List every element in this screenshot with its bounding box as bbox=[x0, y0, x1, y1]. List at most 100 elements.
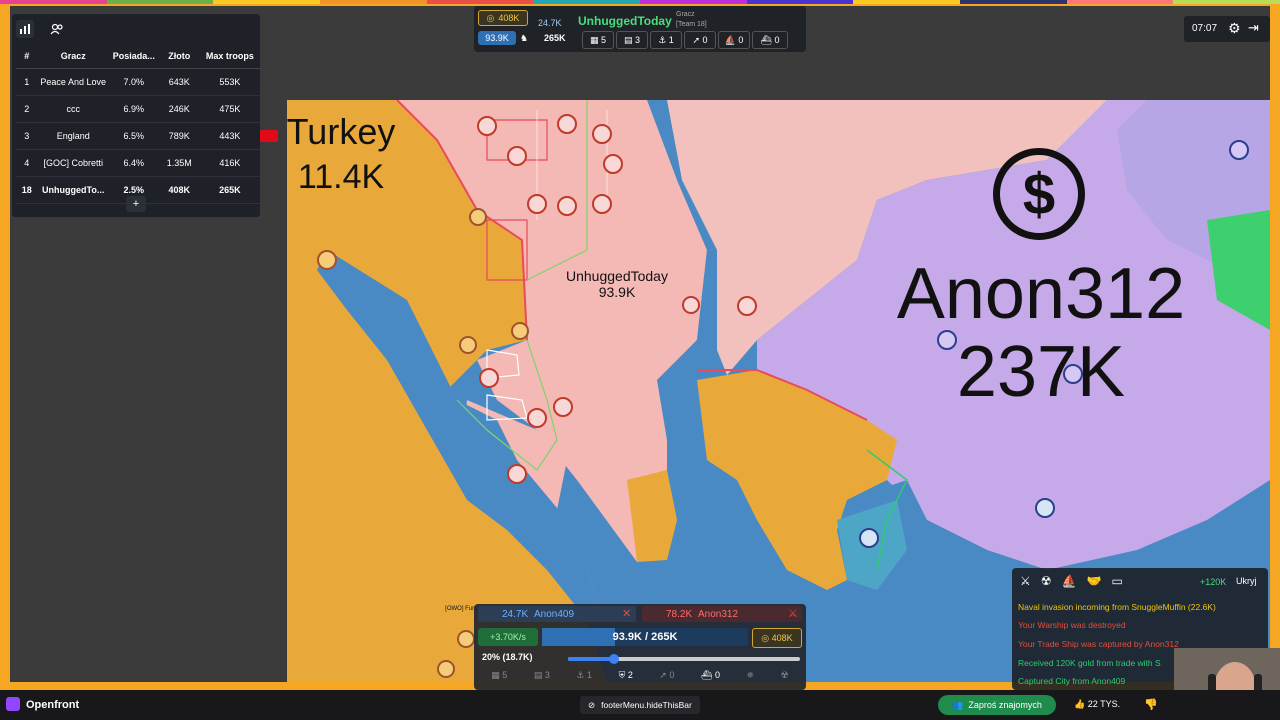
table-row[interactable]: 3 England 6.5% 789K 443K bbox=[16, 122, 260, 150]
friends-icon: 👥 bbox=[952, 699, 964, 710]
city-icon[interactable] bbox=[457, 630, 475, 648]
city-icon[interactable] bbox=[527, 408, 547, 428]
factory-count[interactable]: ▤ 3 bbox=[616, 31, 648, 49]
exit-icon[interactable]: ⇥ bbox=[1248, 20, 1259, 36]
gold-badge: ◎ 408K bbox=[478, 10, 528, 26]
defense-post-icon[interactable] bbox=[737, 296, 757, 316]
event-message[interactable]: Received 120K gold from trade with S bbox=[1018, 658, 1176, 668]
defense-post-icon[interactable] bbox=[859, 528, 879, 548]
build-city-button[interactable]: ▦ 5 bbox=[491, 670, 507, 686]
build-sam-button[interactable]: ✵ bbox=[747, 670, 755, 686]
player-cell: ccc bbox=[37, 95, 109, 123]
troops-badge: 93.9K bbox=[478, 31, 516, 45]
player-cell: England bbox=[37, 122, 109, 150]
event-message[interactable]: Your Trade Ship was captured by Anon312 bbox=[1018, 639, 1179, 649]
table-row[interactable]: 1 Peace And Love 7.0% 643K 553K bbox=[16, 68, 260, 96]
boat-count[interactable]: ⛴ 0 bbox=[752, 31, 788, 49]
hide-bar-button[interactable]: ⊘ footerMenu.hideThisBar bbox=[580, 696, 700, 714]
missile-count[interactable]: ➚ 0 bbox=[684, 31, 716, 49]
city-icon[interactable] bbox=[479, 368, 499, 388]
attack-ratio-label: 20% (18.7K) bbox=[482, 652, 533, 662]
chat-icon[interactable]: ▭ bbox=[1111, 574, 1122, 588]
city-icon[interactable] bbox=[469, 208, 487, 226]
city-icon[interactable] bbox=[557, 196, 577, 216]
gold-cell: 789K bbox=[158, 122, 200, 150]
event-message[interactable]: Naval invasion incoming from SnuggleMuff… bbox=[1018, 602, 1216, 612]
defense-post-icon[interactable] bbox=[553, 397, 573, 417]
col-share[interactable]: Posiada... bbox=[108, 44, 159, 69]
nuke-icon[interactable]: ☢ bbox=[1041, 574, 1052, 588]
build-missile-button[interactable]: ➚ 0 bbox=[659, 670, 674, 686]
stream-footer: Openfront ⊘ footerMenu.hideThisBar 👥 Zapro… bbox=[0, 690, 1280, 720]
thumbs-down-icon[interactable]: 👎 bbox=[1144, 698, 1158, 711]
col-gold[interactable]: Złoto bbox=[158, 44, 200, 69]
chart-icon[interactable] bbox=[16, 20, 34, 38]
game-timer: 07:07 bbox=[1192, 23, 1218, 34]
build-factory-button[interactable]: ▤ 3 bbox=[534, 670, 550, 686]
leaderboard-table: # Gracz Posiada... Złoto Max troops 1 Pe… bbox=[16, 44, 260, 204]
thumbs-up-icon: 👍 bbox=[1074, 699, 1086, 709]
gold-cell: 643K bbox=[158, 68, 200, 96]
build-defense-button[interactable]: ⛨ 2 bbox=[619, 670, 633, 686]
close-icon[interactable]: ✕ bbox=[622, 607, 631, 620]
gear-icon[interactable]: ⚙ bbox=[1228, 20, 1241, 37]
eye-off-icon: ⊘ bbox=[588, 699, 596, 710]
warship-icon: ⛵ bbox=[724, 34, 739, 45]
channel-name[interactable]: Openfront bbox=[26, 699, 79, 711]
hide-events-button[interactable]: Ukryj bbox=[1236, 576, 1257, 586]
city-icon[interactable] bbox=[557, 114, 577, 134]
city-icon[interactable] bbox=[511, 322, 529, 340]
build-warship-button[interactable]: ⛴ 0 bbox=[701, 670, 720, 686]
event-message[interactable]: Captured City from Anon409 bbox=[1018, 676, 1125, 686]
defense-post-icon[interactable] bbox=[507, 464, 527, 484]
boat-icon[interactable]: ⛵ bbox=[1062, 574, 1077, 588]
col-troops[interactable]: Max troops bbox=[199, 44, 260, 69]
col-rank[interactable]: # bbox=[16, 44, 38, 69]
factory-icon[interactable] bbox=[507, 146, 527, 166]
soldier-icon: ♞ bbox=[520, 33, 529, 43]
city-icon: ▦ bbox=[589, 34, 601, 45]
map-label-turkey-troops: 11.4K bbox=[297, 158, 385, 196]
rank-cell: 18 bbox=[16, 176, 38, 204]
slider-handle[interactable] bbox=[609, 654, 620, 664]
port-count[interactable]: ⚓ 1 bbox=[650, 31, 682, 49]
build-menu: ▦ 5 ▤ 3 ⚓ 1 ⛨ 2 ➚ 0 ⛴ 0 ✵ ☢ bbox=[478, 670, 802, 686]
sword-icon[interactable]: ⚔ bbox=[1020, 574, 1031, 588]
expand-leaderboard-button[interactable]: + bbox=[126, 196, 146, 212]
build-port-button[interactable]: ⚓ 1 bbox=[576, 670, 592, 686]
city-icon[interactable] bbox=[477, 116, 497, 136]
team-icon[interactable] bbox=[48, 20, 66, 38]
table-row[interactable]: 4 [GOC] Cobretti 6.4% 1.35M 416K bbox=[16, 149, 260, 177]
sword-icon[interactable]: ⚔ bbox=[788, 607, 798, 620]
event-message[interactable]: Your Warship was destroyed bbox=[1018, 620, 1126, 630]
max-troops-value: 265K bbox=[544, 33, 566, 43]
attack-row-1[interactable]: 24.7K Anon409 ✕ bbox=[478, 606, 636, 622]
rank-cell: 4 bbox=[16, 149, 38, 177]
player-cell: Peace And Love bbox=[37, 68, 109, 96]
like-button[interactable]: 👍 22 TYS. bbox=[1074, 699, 1120, 710]
city-icon[interactable] bbox=[527, 194, 547, 214]
city-icon[interactable] bbox=[592, 124, 612, 144]
city-icon[interactable] bbox=[592, 194, 612, 214]
city-icon[interactable] bbox=[1229, 140, 1249, 160]
city-icon[interactable] bbox=[437, 660, 455, 678]
missile-icon: ➚ bbox=[692, 34, 703, 45]
handshake-icon[interactable]: 🤝 bbox=[1086, 574, 1101, 588]
attack-row-2[interactable]: 78.2K Anon312 ⚔ bbox=[642, 606, 802, 622]
build-nuke-button[interactable]: ☢ bbox=[781, 670, 789, 686]
defense-post-icon[interactable] bbox=[459, 336, 477, 354]
attack-ratio-slider[interactable] bbox=[568, 654, 800, 664]
turkey-flag-icon bbox=[260, 130, 278, 142]
table-row[interactable]: 2 ccc 6.9% 246K 475K bbox=[16, 95, 260, 123]
col-player[interactable]: Gracz bbox=[37, 44, 109, 69]
gold-badge: ◎ 408K bbox=[752, 628, 802, 648]
port-icon[interactable] bbox=[1035, 498, 1055, 518]
invite-friends-button[interactable]: 👥 Zaproś znajomych bbox=[938, 695, 1056, 715]
troops-cell: 475K bbox=[199, 95, 260, 123]
port-icon[interactable] bbox=[317, 250, 337, 270]
city-count[interactable]: ▦ 5 bbox=[582, 31, 614, 49]
attack-ratio-fill bbox=[568, 657, 615, 661]
factory-icon[interactable] bbox=[603, 154, 623, 174]
map-label-self-name: UnhuggedToday bbox=[566, 268, 668, 284]
warship-count[interactable]: ⛵ 0 bbox=[718, 31, 750, 49]
